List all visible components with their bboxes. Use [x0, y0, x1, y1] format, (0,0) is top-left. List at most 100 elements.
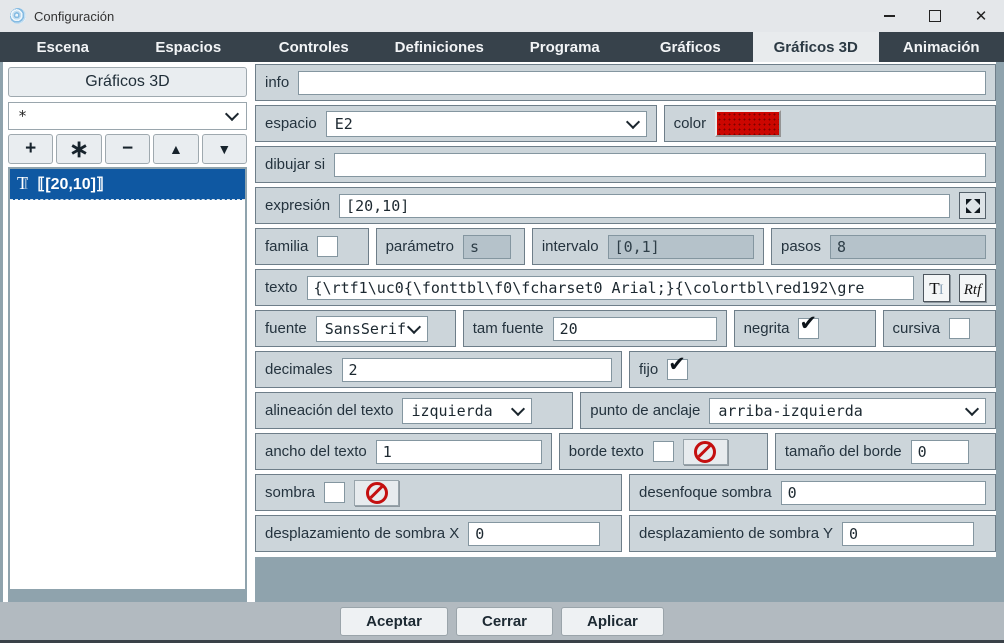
familia-checkbox[interactable] [317, 236, 338, 257]
negrita-group: negrita ✔ [734, 310, 876, 347]
no-color-icon [366, 482, 388, 504]
ancho-texto-input[interactable] [376, 440, 542, 464]
tab-graficos[interactable]: Gráficos [628, 32, 754, 62]
object-filter-select[interactable]: * [8, 102, 247, 130]
dibujar-si-input[interactable] [334, 153, 986, 177]
chevron-down-icon [225, 107, 239, 121]
anclaje-group: punto de anclaje arriba-izquierda [580, 392, 996, 429]
borde-texto-checkbox[interactable] [653, 441, 674, 462]
move-up-button[interactable]: ▲ [153, 134, 198, 164]
minimize-button[interactable] [866, 0, 912, 32]
footer-bar: Aceptar Cerrar Aplicar [0, 602, 1004, 640]
fijo-checkbox[interactable]: ✔ [667, 359, 688, 380]
tab-programa[interactable]: Programa [502, 32, 628, 62]
move-down-button[interactable]: ▼ [202, 134, 247, 164]
sidebar-title[interactable]: Gráficos 3D [8, 67, 247, 97]
decimales-group: decimales [255, 351, 622, 388]
tam-fuente-input[interactable] [553, 317, 717, 341]
desenfoque-label: desenfoque sombra [639, 484, 772, 501]
chevron-down-icon [407, 319, 421, 333]
intervalo-label: intervalo [542, 238, 599, 255]
alineacion-label: alineación del texto [265, 402, 393, 419]
expand-icon [965, 198, 981, 214]
row-alineacion-anclaje: alineación del texto izquierda punto de … [255, 392, 996, 429]
anclaje-label: punto de anclaje [590, 402, 700, 419]
familia-group: familia [255, 228, 369, 265]
tab-graficos-3d[interactable]: Gráficos 3D [753, 32, 879, 62]
panel-filler [255, 557, 996, 602]
titlebar: Configuración ✕ [0, 0, 1004, 32]
tab-controles[interactable]: Controles [251, 32, 377, 62]
tab-escena[interactable]: Escena [0, 32, 126, 62]
info-input[interactable] [298, 71, 986, 95]
plain-text-editor-button[interactable]: TI [923, 274, 950, 302]
tamano-borde-label: tamaño del borde [785, 443, 902, 460]
row-espacio-color: espacio E2 color [255, 105, 996, 142]
borde-texto-color-button[interactable] [683, 439, 728, 465]
object-toolbar: + ∗ − ▲ ▼ [8, 134, 247, 164]
alineacion-group: alineación del texto izquierda [255, 392, 573, 429]
texto-input[interactable] [307, 276, 914, 300]
accept-button[interactable]: Aceptar [340, 607, 448, 636]
check-icon: ✔ [799, 311, 817, 335]
desp-x-label: desplazamiento de sombra X [265, 525, 459, 542]
tab-espacios[interactable]: Espacios [126, 32, 252, 62]
close-button[interactable]: ✕ [958, 0, 1004, 32]
parametro-group: parámetro [376, 228, 525, 265]
espacio-select[interactable]: E2 [326, 111, 647, 137]
expand-editor-button[interactable] [959, 192, 986, 219]
remove-object-button[interactable]: − [105, 134, 150, 164]
negrita-label: negrita [744, 320, 790, 337]
fijo-label: fijo [639, 361, 658, 378]
sombra-checkbox[interactable] [324, 482, 345, 503]
desenfoque-input[interactable] [781, 481, 986, 505]
expresion-input[interactable] [339, 194, 950, 218]
decimales-input[interactable] [342, 358, 612, 382]
tab-definiciones[interactable]: Definiciones [377, 32, 503, 62]
tab-animacion[interactable]: Animación [879, 32, 1004, 62]
desenfoque-group: desenfoque sombra [629, 474, 996, 511]
fuente-select[interactable]: SansSerif [316, 316, 428, 342]
sombra-color-button[interactable] [354, 480, 399, 506]
rtf-icon: Rtf [964, 283, 982, 298]
duplicate-object-button[interactable]: ∗ [56, 134, 101, 164]
rtf-editor-button[interactable]: Rtf [959, 274, 986, 302]
color-swatch[interactable] [715, 110, 781, 137]
apply-button[interactable]: Aplicar [561, 607, 664, 636]
text-object-icon: TI [17, 174, 28, 194]
configuration-window: Configuración ✕ Escena Espacios Controle… [0, 0, 1004, 643]
color-label: color [674, 115, 707, 132]
info-label: info [265, 74, 289, 91]
alineacion-select[interactable]: izquierda [402, 398, 532, 424]
list-item-label: ⟦[20,10]⟧ [37, 174, 104, 194]
close-dialog-button[interactable]: Cerrar [456, 607, 553, 636]
anclaje-select[interactable]: arriba-izquierda [709, 398, 986, 424]
pasos-input [830, 235, 986, 259]
maximize-button[interactable] [912, 0, 958, 32]
parametro-label: parámetro [386, 238, 454, 255]
intervalo-group: intervalo [532, 228, 764, 265]
color-group: color [664, 105, 996, 142]
expresion-label: expresión [265, 197, 330, 214]
tab-bar: Escena Espacios Controles Definiciones P… [0, 32, 1004, 62]
expresion-group: expresión [255, 187, 996, 224]
tamano-borde-input[interactable] [911, 440, 969, 464]
content-area: Gráficos 3D * + ∗ − ▲ ▼ TI ⟦[20,10]⟧ [0, 62, 1004, 602]
list-item[interactable]: TI ⟦[20,10]⟧ [10, 169, 245, 200]
text-cursor-icon: TI [929, 280, 943, 298]
chevron-down-icon [625, 114, 639, 128]
pasos-label: pasos [781, 238, 821, 255]
decimales-label: decimales [265, 361, 333, 378]
desp-y-input[interactable] [842, 522, 974, 546]
alineacion-select-value: izquierda [411, 402, 492, 420]
cursiva-checkbox[interactable] [949, 318, 970, 339]
fuente-label: fuente [265, 320, 307, 337]
negrita-checkbox[interactable]: ✔ [798, 318, 819, 339]
dibujar-si-label: dibujar si [265, 156, 325, 173]
close-icon: ✕ [975, 9, 988, 24]
fuente-group: fuente SansSerif [255, 310, 456, 347]
sombra-group: sombra [255, 474, 622, 511]
tam-fuente-group: tam fuente [463, 310, 727, 347]
desp-x-input[interactable] [468, 522, 600, 546]
add-object-button[interactable]: + [8, 134, 53, 164]
